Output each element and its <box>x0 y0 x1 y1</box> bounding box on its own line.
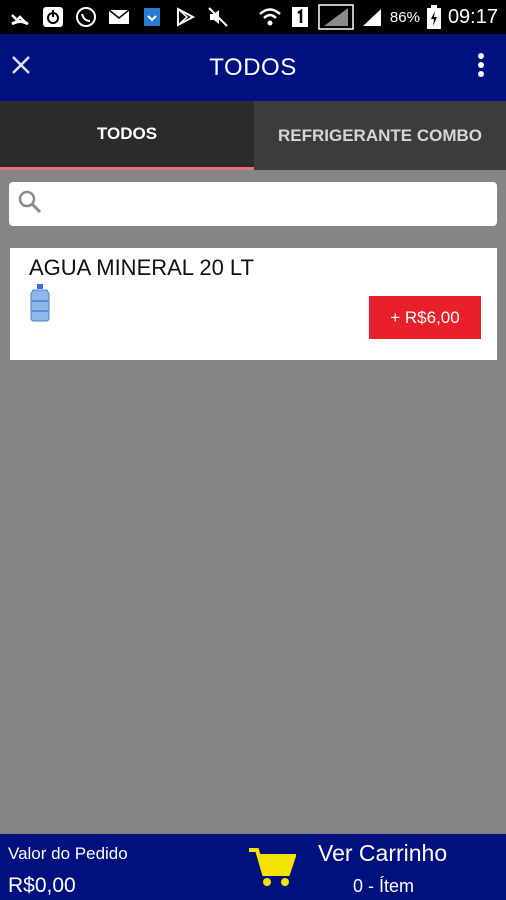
bottom-bar: Valor do Pedido R$0,00 Ver Carrinho 0 - … <box>0 834 506 900</box>
overflow-menu-button[interactable] <box>474 52 488 82</box>
mute-icon <box>206 5 230 29</box>
play-store-icon <box>173 5 197 29</box>
search-icon <box>17 189 43 220</box>
product-card[interactable]: AGUA MINERAL 20 LT + R$6,00 <box>10 248 497 360</box>
signal-icon <box>360 5 384 29</box>
tab-refrigerante-combo[interactable]: REFRIGERANTE COMBO <box>254 101 506 170</box>
battery-icon <box>426 5 442 29</box>
power-icon <box>41 5 65 29</box>
app-bar: TODOS <box>0 34 506 101</box>
water-jug-icon <box>29 284 51 322</box>
wifi-icon <box>258 5 282 29</box>
product-name: AGUA MINERAL 20 LT <box>29 255 254 280</box>
signal-icon <box>318 4 354 30</box>
email-icon <box>107 5 131 29</box>
view-cart-button[interactable]: Ver Carrinho <box>318 840 447 867</box>
tab-todos[interactable]: TODOS <box>0 101 254 170</box>
sim-1-icon <box>288 5 312 29</box>
page-title: TODOS <box>209 54 297 81</box>
category-tabs: TODOS REFRIGERANTE COMBO <box>0 101 506 170</box>
status-time: 09:17 <box>447 5 498 28</box>
status-notifications <box>8 5 230 29</box>
search-box <box>9 182 497 226</box>
download-icon <box>140 5 164 29</box>
battery-percent: 86% <box>389 8 420 26</box>
cart-item-count: 0 - Ítem <box>353 876 415 896</box>
status-bar: 86% 09:17 <box>0 0 506 34</box>
whatsapp-icon <box>74 5 98 29</box>
order-total: R$0,00 <box>8 874 76 897</box>
more-vert-icon <box>477 52 485 83</box>
missed-call-icon <box>8 5 32 29</box>
search-input[interactable] <box>49 184 497 224</box>
shopping-cart-icon[interactable] <box>248 846 297 888</box>
status-system: 86% 09:17 <box>258 4 498 30</box>
order-value-label: Valor do Pedido <box>8 844 128 863</box>
add-to-cart-button[interactable]: + R$6,00 <box>369 296 481 339</box>
